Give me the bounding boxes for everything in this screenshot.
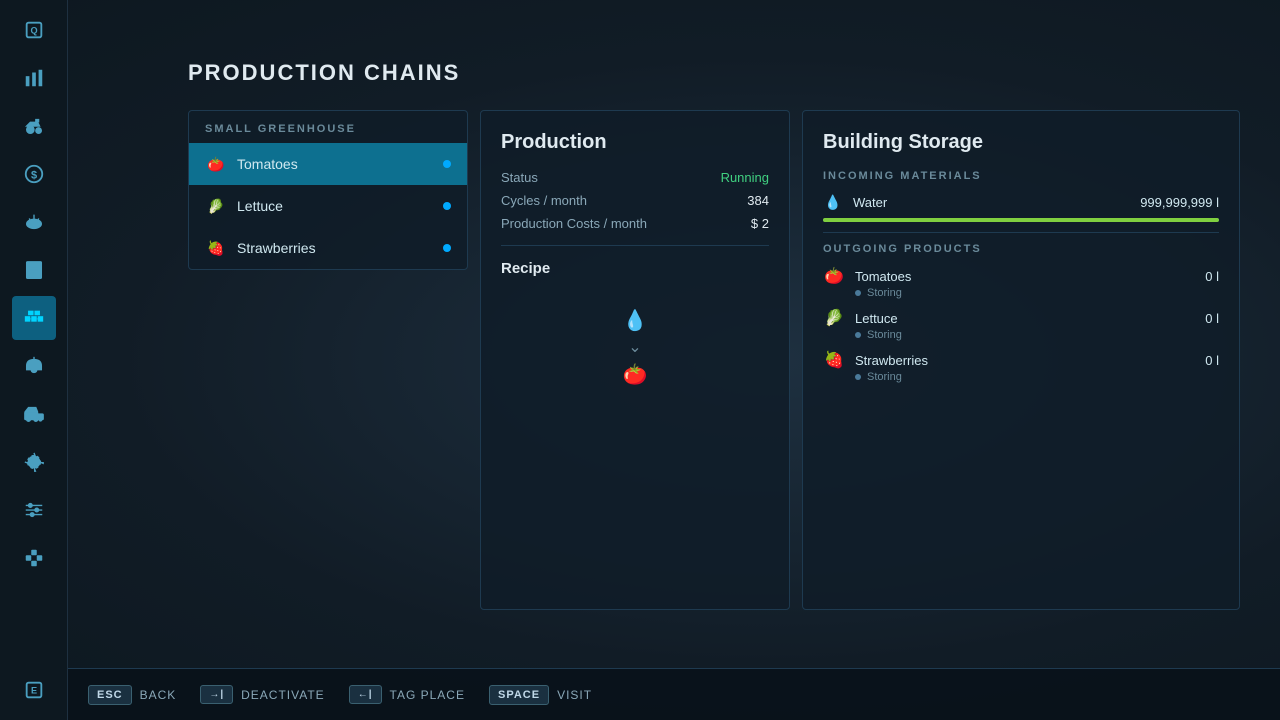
- product-name-lettuce: Lettuce: [855, 311, 1195, 326]
- chain-item-tomatoes[interactable]: 🍅 Tomatoes: [189, 143, 467, 185]
- hotkey-deactivate-key[interactable]: →|: [200, 685, 233, 704]
- water-progress-bar-container: [823, 218, 1219, 222]
- sidebar-icon-contracts[interactable]: [12, 248, 56, 292]
- product-row-lettuce: 🥬 Lettuce 0 l Storing: [823, 307, 1219, 341]
- chain-item-strawberries[interactable]: 🍓 Strawberries: [189, 227, 467, 269]
- recipe-icon-tomato: 🍅: [623, 361, 648, 389]
- stat-row-status: Status Running: [501, 170, 769, 185]
- sidebar-icon-nodes[interactable]: [12, 536, 56, 580]
- svg-text:Q: Q: [30, 26, 37, 36]
- product-amount-strawberries: 0 l: [1205, 353, 1219, 368]
- product-main-tomatoes: 🍅 Tomatoes 0 l: [823, 265, 1219, 287]
- sidebar-icon-chart[interactable]: [12, 56, 56, 100]
- hotkey-tagplace: ←| TAG PLACE: [349, 685, 465, 704]
- water-material-icon: 💧: [823, 192, 843, 212]
- lettuce-icon: 🥬: [205, 195, 227, 217]
- sidebar-icon-settings[interactable]: [12, 440, 56, 484]
- product-amount-tomatoes: 0 l: [1205, 269, 1219, 284]
- hotkey-esc: ESC BACK: [88, 685, 176, 705]
- hotkey-visit-label: VISIT: [557, 688, 592, 702]
- product-status-dot-strawberries: [855, 374, 861, 380]
- main-content: PRODUCTION CHAINS SMALL GREENHOUSE 🍅 Tom…: [68, 0, 1280, 720]
- product-icon-lettuce: 🥬: [823, 307, 845, 329]
- material-row-water: 💧 Water 999,999,999 l: [823, 192, 1219, 212]
- stat-value-status: Running: [721, 170, 769, 185]
- water-material-amount: 999,999,999 l: [1140, 195, 1219, 210]
- sidebar-icon-q[interactable]: Q: [12, 8, 56, 52]
- stat-row-cycles: Cycles / month 384: [501, 193, 769, 208]
- stat-row-costs: Production Costs / month $ 2: [501, 216, 769, 231]
- recipe-area: 💧 ⌄ 🍅: [501, 297, 769, 399]
- hotkey-esc-key[interactable]: ESC: [88, 685, 132, 705]
- chain-item-strawberries-dot: [443, 244, 451, 252]
- stat-label-cycles: Cycles / month: [501, 193, 587, 208]
- chain-item-lettuce[interactable]: 🥬 Lettuce: [189, 185, 467, 227]
- product-icon-tomatoes: 🍅: [823, 265, 845, 287]
- outgoing-products-label: OUTGOING PRODUCTS: [823, 243, 1219, 255]
- chains-section-label: SMALL GREENHOUSE: [189, 111, 467, 143]
- hotkey-deactivate: →| DEACTIVATE: [200, 685, 324, 704]
- product-icon-strawberries: 🍓: [823, 349, 845, 371]
- product-status-lettuce: Storing: [823, 329, 1219, 341]
- stat-value-costs: $ 2: [751, 216, 769, 231]
- product-status-dot-tomatoes: [855, 290, 861, 296]
- water-material-name: Water: [853, 195, 1130, 210]
- product-status-text-strawberries: Storing: [867, 371, 902, 383]
- product-amount-lettuce: 0 l: [1205, 311, 1219, 326]
- hotkey-visit: SPACE VISIT: [489, 685, 592, 705]
- production-divider: [501, 245, 769, 246]
- sidebar-icon-money[interactable]: $: [12, 152, 56, 196]
- chain-item-strawberries-label: Strawberries: [237, 240, 433, 256]
- product-name-tomatoes: Tomatoes: [855, 269, 1195, 284]
- svg-text:$: $: [30, 170, 36, 182]
- product-main-strawberries: 🍓 Strawberries 0 l: [823, 349, 1219, 371]
- tomatoes-icon: 🍅: [205, 153, 227, 175]
- chain-item-lettuce-dot: [443, 202, 451, 210]
- sidebar-icon-vehicles[interactable]: [12, 392, 56, 436]
- storage-panel-title: Building Storage: [823, 131, 1219, 154]
- storage-panel: Building Storage INCOMING MATERIALS 💧 Wa…: [802, 110, 1240, 610]
- production-panel-title: Production: [501, 131, 769, 154]
- recipe-icon-water: 💧: [623, 307, 648, 335]
- production-panel: Production Status Running Cycles / month…: [480, 110, 790, 610]
- sidebar-icon-alerts[interactable]: [12, 344, 56, 388]
- recipe-arrow-icon: ⌄: [628, 337, 641, 359]
- hotkey-deactivate-label: DEACTIVATE: [241, 688, 325, 702]
- sidebar-icon-sliders[interactable]: [12, 488, 56, 532]
- chain-item-tomatoes-label: Tomatoes: [237, 156, 433, 172]
- water-progress-bar-fill: [823, 218, 1219, 222]
- storage-divider: [823, 232, 1219, 233]
- product-status-text-tomatoes: Storing: [867, 287, 902, 299]
- chain-item-tomatoes-dot: [443, 160, 451, 168]
- product-status-tomatoes: Storing: [823, 287, 1219, 299]
- product-status-dot-lettuce: [855, 332, 861, 338]
- sidebar: Q $: [0, 0, 68, 720]
- incoming-materials-label: INCOMING MATERIALS: [823, 170, 1219, 182]
- hotkey-tagplace-label: TAG PLACE: [390, 688, 465, 702]
- product-name-strawberries: Strawberries: [855, 353, 1195, 368]
- product-row-strawberries: 🍓 Strawberries 0 l Storing: [823, 349, 1219, 383]
- svg-text:E: E: [30, 686, 36, 696]
- stat-label-costs: Production Costs / month: [501, 216, 647, 231]
- strawberries-icon: 🍓: [205, 237, 227, 259]
- hotkey-tagplace-key[interactable]: ←|: [349, 685, 382, 704]
- hotkey-visit-key[interactable]: SPACE: [489, 685, 549, 705]
- panels-row: SMALL GREENHOUSE 🍅 Tomatoes 🥬 Lettuce 🍓 …: [188, 110, 1240, 610]
- sidebar-icon-farm[interactable]: [12, 200, 56, 244]
- recipe-title: Recipe: [501, 260, 769, 277]
- product-status-text-lettuce: Storing: [867, 329, 902, 341]
- hotkey-esc-label: BACK: [140, 688, 177, 702]
- product-status-strawberries: Storing: [823, 371, 1219, 383]
- stat-value-cycles: 384: [747, 193, 769, 208]
- page-title: PRODUCTION CHAINS: [188, 60, 1240, 86]
- production-chains-panel: SMALL GREENHOUSE 🍅 Tomatoes 🥬 Lettuce 🍓 …: [188, 110, 468, 270]
- chain-item-lettuce-label: Lettuce: [237, 198, 433, 214]
- bottom-bar: ESC BACK →| DEACTIVATE ←| TAG PLACE SPAC…: [68, 668, 1280, 720]
- sidebar-icon-e[interactable]: E: [12, 668, 56, 712]
- sidebar-icon-production[interactable]: [12, 296, 56, 340]
- product-row-tomatoes: 🍅 Tomatoes 0 l Storing: [823, 265, 1219, 299]
- product-main-lettuce: 🥬 Lettuce 0 l: [823, 307, 1219, 329]
- sidebar-icon-tractor[interactable]: [12, 104, 56, 148]
- stat-label-status: Status: [501, 170, 538, 185]
